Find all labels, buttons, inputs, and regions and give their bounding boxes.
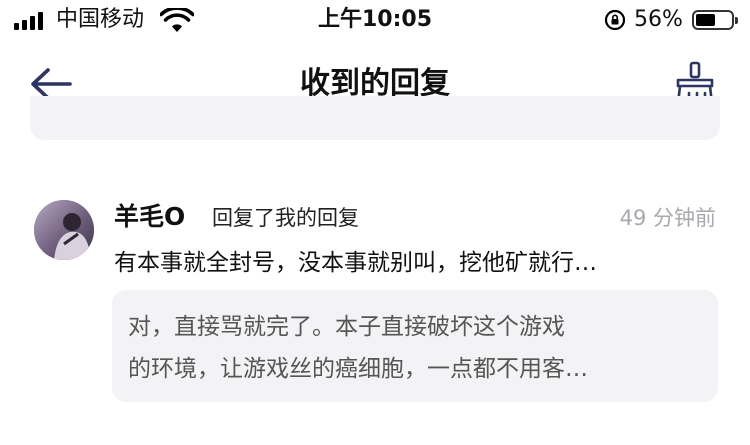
avatar-image — [34, 200, 94, 260]
quoted-text-line-2: 的环境，让游戏丝的癌细胞，一点都不用客… — [128, 356, 588, 382]
quoted-reply[interactable]: 对，直接骂就完了。本子直接破坏这个游戏 的环境，让游戏丝的癌细胞，一点都不用客… — [112, 290, 718, 402]
status-bar: 中国移动 上午10:05 56% — [0, 0, 750, 42]
battery-percentage: 56% — [634, 7, 683, 32]
reply-action-label: 回复了我的回复 — [212, 206, 359, 230]
rotation-lock-icon — [604, 9, 626, 31]
avatar[interactable] — [34, 200, 94, 260]
reply-timestamp: 49 分钟前 — [619, 206, 716, 230]
previous-card[interactable] — [30, 96, 720, 140]
reply-content[interactable]: 有本事就全封号，没本事就别叫，挖他矿就行… — [114, 246, 714, 280]
quoted-text-line-1: 对，直接骂就完了。本子直接破坏这个游戏 — [128, 314, 565, 340]
battery-icon — [692, 10, 738, 30]
reply-username[interactable]: 羊毛O — [114, 202, 185, 232]
reply-item[interactable]: 羊毛O 回复了我的回复 49 分钟前 有本事就全封号，没本事就别叫，挖他矿就行…… — [0, 178, 750, 428]
